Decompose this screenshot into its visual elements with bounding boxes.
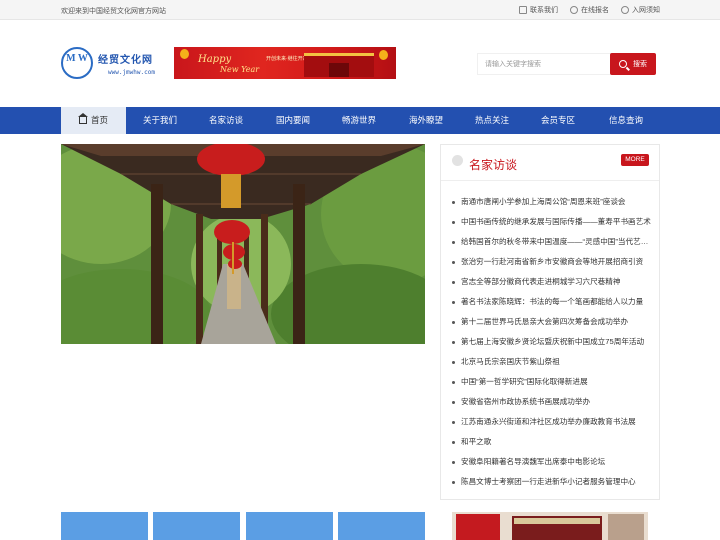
banner-new-year-text: New Year [220, 65, 260, 74]
search-icon [619, 60, 627, 68]
list-item[interactable]: 著名书法家陈晓辉：书法的每一个笔画都能给人以力量 [450, 295, 655, 315]
circle-icon [452, 155, 463, 166]
list-item[interactable]: 北京马氏宗亲国庆节紫山祭祖 [450, 355, 655, 375]
news-thumbnail-image[interactable] [452, 512, 648, 540]
list-item[interactable]: 安徽省宿州市政协系统书画展成功举办 [450, 395, 655, 415]
list-item[interactable]: 南通市唐闸小学参加上海周公馆“周恩来班”座谈会 [450, 195, 655, 215]
nav-item-hot-topics[interactable]: 热点关注 [460, 107, 524, 134]
list-item[interactable]: 宫志全等部分徽商代表走进桐城学习六尺巷精神 [450, 275, 655, 295]
list-item[interactable]: 给韩国首尔的秋冬带来中国温度——“灵感中国”当代艺术展 [450, 235, 655, 255]
top-bar: 欢迎来到中国经贸文化网官方网站 联系我们 在线报名 入网须知 [0, 0, 720, 20]
contact-us-link[interactable]: 联系我们 [519, 5, 558, 15]
list-item[interactable]: 第七届上海安徽乡贤论坛暨庆祝新中国成立75周年活动 [450, 335, 655, 355]
nav-item-interviews[interactable]: 名家访谈 [194, 107, 258, 134]
logo-title: 经贸文化网 [98, 55, 153, 66]
nav-item-travel-world[interactable]: 畅游世界 [327, 107, 391, 134]
clock-icon [570, 6, 578, 14]
nav-item-overseas[interactable]: 海外瞭望 [394, 107, 458, 134]
banner-gate-illustration [304, 53, 374, 77]
info-icon [621, 6, 629, 14]
nav-item-members[interactable]: 会员专区 [526, 107, 590, 134]
banner-happy-text: Happy [198, 54, 232, 65]
lantern-icon [379, 50, 388, 60]
list-item[interactable]: 第十二届世界马氏恳亲大会第四次筹备会成功举办 [450, 315, 655, 335]
list-item[interactable]: 张治穷一行赴河南省新乡市安徽商会等地开展招商引资 [450, 255, 655, 275]
online-signup-label: 在线报名 [581, 7, 609, 14]
nav-home-label: 首页 [90, 115, 108, 125]
news-list: 南通市唐闸小学参加上海周公馆“周恩来班”座谈会 中国书画传统的继承发展与国际传播… [450, 195, 655, 495]
category-tile[interactable] [153, 512, 240, 540]
more-button[interactable]: MORE [621, 154, 649, 166]
panel-header: 名家访谈 MORE [441, 145, 659, 181]
search-button-label: 搜索 [633, 61, 647, 68]
nav-item-info-query[interactable]: 信息查询 [593, 107, 659, 134]
phone-icon [519, 6, 527, 14]
welcome-text: 欢迎来到中国经贸文化网官方网站 [61, 8, 166, 15]
join-notice-label: 入网须知 [632, 7, 660, 14]
category-tile[interactable] [246, 512, 333, 540]
search-box: 搜索 [477, 53, 656, 75]
nav-item-domestic-news[interactable]: 国内要闻 [261, 107, 325, 134]
category-tile[interactable] [338, 512, 425, 540]
nav-item-home[interactable]: 首页 [61, 107, 126, 134]
list-item[interactable]: 安徽阜阳籍著名导演魏军出席泰中电影论坛 [450, 455, 655, 475]
search-input[interactable] [477, 53, 611, 75]
list-item[interactable]: 江苏南通永兴街道和沣社区成功举办廉政教育书法展 [450, 415, 655, 435]
new-year-banner[interactable]: Happy New Year 开创未来·继往开来 [174, 47, 396, 79]
main-nav: 首页 关于我们 名家访谈 国内要闻 畅游世界 海外瞭望 热点关注 会员专区 信息… [0, 107, 720, 134]
hero-slide-image[interactable] [61, 144, 425, 344]
interviews-panel: 名家访谈 MORE 南通市唐闸小学参加上海周公馆“周恩来班”座谈会 中国书画传统… [440, 144, 660, 500]
list-item[interactable]: 陈昌文博士考察团一行走进新华小记者服务管理中心 [450, 475, 655, 495]
lantern-icon [180, 49, 189, 59]
site-logo[interactable]: M W 经贸文化网 www.jmwhw.com [61, 47, 169, 83]
online-signup-link[interactable]: 在线报名 [570, 5, 609, 15]
banner-slogan: 开创未来·继往开来 [266, 56, 308, 62]
list-item[interactable]: 中国书画传统的继承发展与国际传播——董寿平书画艺术 [450, 215, 655, 235]
list-item[interactable]: 中国“第一哲学研究”国际化取得新进展 [450, 375, 655, 395]
home-icon [77, 113, 88, 124]
search-button[interactable]: 搜索 [610, 53, 656, 75]
panel-title: 名家访谈 [469, 158, 518, 172]
top-links: 联系我们 在线报名 入网须知 [519, 5, 660, 15]
logo-url: www.jmwhw.com [108, 69, 155, 76]
contact-us-label: 联系我们 [530, 7, 558, 14]
logo-monogram: M W [61, 47, 93, 79]
category-tile[interactable] [61, 512, 148, 540]
list-item[interactable]: 和平之歌 [450, 435, 655, 455]
join-notice-link[interactable]: 入网须知 [621, 5, 660, 15]
nav-item-about[interactable]: 关于我们 [128, 107, 192, 134]
